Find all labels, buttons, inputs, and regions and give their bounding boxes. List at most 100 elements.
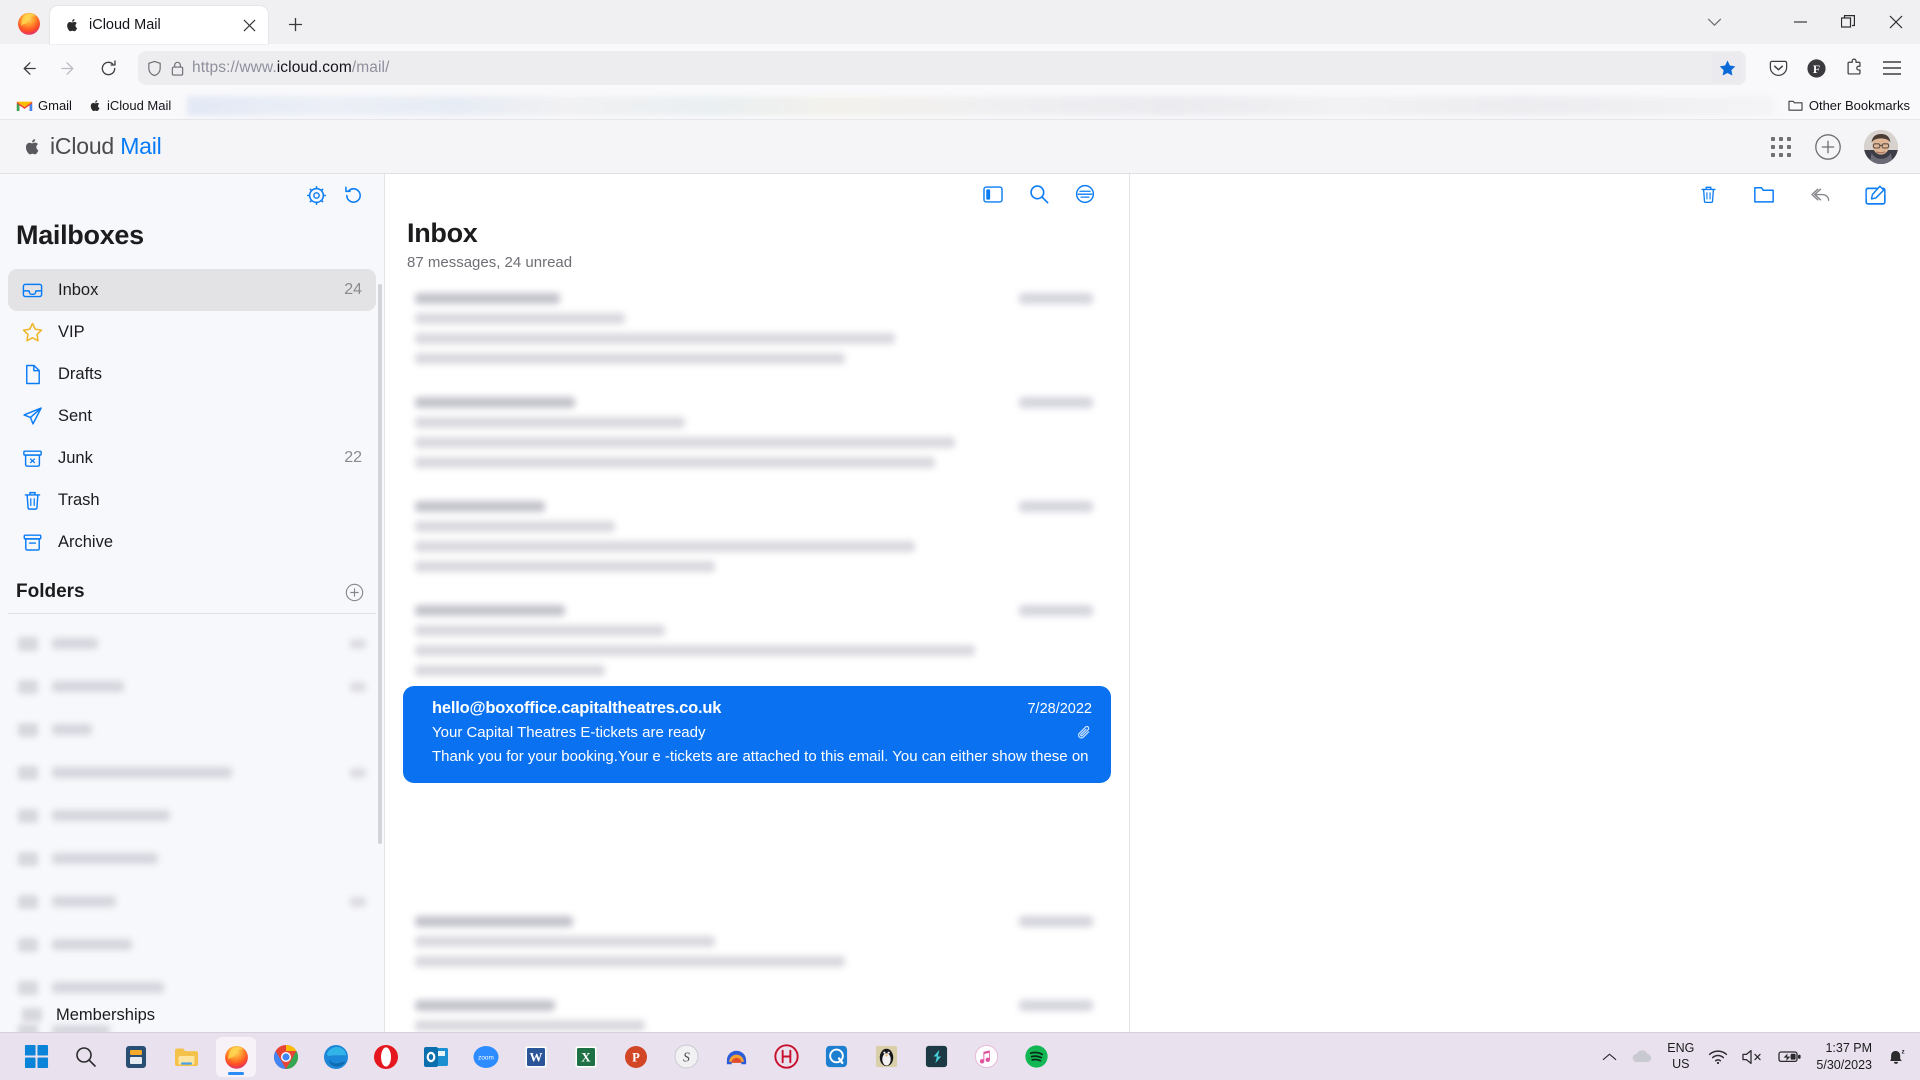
list-item[interactable] bbox=[385, 501, 1129, 572]
sidebar-item-archive[interactable]: Archive bbox=[8, 521, 376, 563]
mail-sidebar: Mailboxes Inbox 24 VIP Drafts Sent Junk … bbox=[0, 174, 385, 1032]
notification-bell-icon[interactable]: z bbox=[1886, 1047, 1906, 1067]
bookmark-icloud-mail[interactable]: iCloud Mail bbox=[82, 95, 177, 116]
list-item[interactable] bbox=[8, 622, 376, 665]
volume-muted-icon[interactable] bbox=[1742, 1049, 1764, 1065]
sidebar-scrollbar[interactable] bbox=[378, 284, 382, 844]
window-close-button[interactable] bbox=[1872, 0, 1920, 44]
skype-icon[interactable]: S bbox=[666, 1037, 706, 1077]
pocket-icon[interactable] bbox=[1760, 51, 1796, 85]
browser-tab[interactable]: iCloud Mail bbox=[50, 6, 268, 44]
outlook-icon[interactable] bbox=[416, 1037, 456, 1077]
quicktime-icon[interactable] bbox=[816, 1037, 856, 1077]
move-to-folder-icon[interactable] bbox=[1753, 184, 1775, 205]
email-list-item-selected[interactable]: hello@boxoffice.capitaltheatres.co.uk 7/… bbox=[403, 686, 1111, 783]
url-bar[interactable]: https://www.icloud.com/mail/ bbox=[138, 51, 1746, 85]
microsoft-store-icon[interactable] bbox=[116, 1037, 156, 1077]
list-item[interactable] bbox=[8, 708, 376, 751]
zoom-icon[interactable]: zoom bbox=[466, 1037, 506, 1077]
list-item[interactable] bbox=[8, 880, 376, 923]
list-item[interactable] bbox=[8, 665, 376, 708]
gmail-icon bbox=[16, 101, 33, 112]
hola-icon[interactable] bbox=[766, 1037, 806, 1077]
forward-arrow-icon[interactable] bbox=[50, 51, 86, 85]
apple-icon bbox=[90, 100, 100, 111]
sidebar-item-trash[interactable]: Trash bbox=[8, 479, 376, 521]
chevron-up-icon[interactable] bbox=[1602, 1052, 1617, 1062]
system-tray: ENG US 1:37 PM 5/30/2023 z bbox=[1602, 1040, 1920, 1074]
cloud-icon[interactable] bbox=[1631, 1049, 1653, 1064]
browser-tab-strip: iCloud Mail bbox=[0, 0, 1920, 44]
lock-icon[interactable] bbox=[170, 60, 185, 77]
filter-icon[interactable] bbox=[1075, 184, 1095, 204]
settings-gear-icon[interactable] bbox=[306, 185, 327, 206]
firefox-icon[interactable] bbox=[216, 1036, 256, 1077]
chevron-down-icon[interactable] bbox=[1690, 0, 1738, 44]
list-item[interactable] bbox=[8, 794, 376, 837]
clock[interactable]: 1:37 PM 5/30/2023 bbox=[1816, 1040, 1872, 1074]
folder-list-blurred[interactable] bbox=[0, 614, 384, 1032]
bookmark-gmail[interactable]: Gmail bbox=[10, 95, 78, 116]
other-bookmarks-button[interactable]: Other Bookmarks bbox=[1788, 98, 1910, 113]
shield-icon[interactable] bbox=[146, 60, 163, 77]
extensions-icon[interactable] bbox=[1836, 51, 1872, 85]
excel-icon[interactable]: X bbox=[566, 1037, 606, 1077]
toggle-sidebar-icon[interactable] bbox=[983, 185, 1003, 204]
icloud-brand[interactable]: iCloud Mail bbox=[22, 133, 162, 160]
powerpoint-icon[interactable]: P bbox=[616, 1037, 656, 1077]
refresh-icon[interactable] bbox=[343, 185, 364, 206]
account-avatar[interactable] bbox=[1864, 129, 1898, 164]
bookmark-star-icon[interactable] bbox=[1712, 53, 1742, 83]
plus-circle-icon[interactable] bbox=[1814, 133, 1842, 161]
blurred-bookmarks[interactable] bbox=[187, 95, 1774, 116]
email-date: 7/28/2022 bbox=[1027, 701, 1092, 717]
itunes-icon[interactable] bbox=[966, 1037, 1006, 1077]
search-icon[interactable] bbox=[1029, 184, 1049, 204]
compose-icon[interactable] bbox=[1865, 184, 1886, 205]
sidebar-item-junk[interactable]: Junk 22 bbox=[8, 437, 376, 479]
file-explorer-icon[interactable] bbox=[166, 1037, 206, 1077]
list-item[interactable] bbox=[385, 285, 1129, 364]
sidebar-item-memberships[interactable]: Memberships bbox=[0, 998, 384, 1032]
list-item[interactable] bbox=[385, 916, 1129, 967]
apps-grid-icon[interactable] bbox=[1770, 136, 1792, 158]
list-item[interactable] bbox=[8, 751, 376, 794]
opera-icon[interactable] bbox=[366, 1037, 406, 1077]
sidebar-item-inbox[interactable]: Inbox 24 bbox=[8, 269, 376, 311]
minimize-button[interactable] bbox=[1776, 0, 1824, 44]
word-icon[interactable]: W bbox=[516, 1037, 556, 1077]
icloud-header-actions bbox=[1770, 129, 1898, 164]
close-icon[interactable] bbox=[238, 14, 260, 36]
list-item[interactable] bbox=[385, 1000, 1129, 1032]
battery-charging-icon[interactable] bbox=[1778, 1049, 1802, 1064]
list-item[interactable] bbox=[8, 837, 376, 880]
spotify-icon[interactable] bbox=[1016, 1037, 1056, 1077]
new-tab-button[interactable] bbox=[280, 9, 310, 39]
trash-icon bbox=[20, 488, 44, 512]
app-menu-icon[interactable] bbox=[1874, 51, 1910, 85]
language-indicator[interactable]: ENG US bbox=[1667, 1041, 1694, 1072]
add-folder-button[interactable] bbox=[345, 583, 364, 602]
sidebar-item-vip[interactable]: VIP bbox=[8, 311, 376, 353]
maximize-button[interactable] bbox=[1824, 0, 1872, 44]
wifi-icon[interactable] bbox=[1708, 1049, 1728, 1065]
penguin-icon[interactable] bbox=[866, 1037, 906, 1077]
media-player-icon[interactable] bbox=[916, 1037, 956, 1077]
sidebar-item-drafts[interactable]: Drafts bbox=[8, 353, 376, 395]
list-item[interactable] bbox=[385, 605, 1129, 676]
edge-icon[interactable] bbox=[316, 1037, 356, 1077]
delete-icon[interactable] bbox=[1698, 184, 1719, 205]
search-icon[interactable] bbox=[66, 1037, 106, 1077]
list-item[interactable] bbox=[385, 397, 1129, 468]
sidebar-tools bbox=[0, 174, 384, 216]
reply-icon[interactable] bbox=[1809, 184, 1831, 205]
firefox-account-icon[interactable]: F bbox=[1798, 51, 1834, 85]
chrome-icon[interactable] bbox=[266, 1037, 306, 1077]
sidebar-item-sent[interactable]: Sent bbox=[8, 395, 376, 437]
audacity-icon[interactable] bbox=[716, 1037, 756, 1077]
email-subject: Your Capital Theatres E-tickets are read… bbox=[432, 724, 706, 741]
start-button[interactable] bbox=[16, 1037, 56, 1077]
back-arrow-icon[interactable] bbox=[10, 51, 46, 85]
reload-icon[interactable] bbox=[90, 51, 126, 85]
list-item[interactable] bbox=[8, 923, 376, 966]
